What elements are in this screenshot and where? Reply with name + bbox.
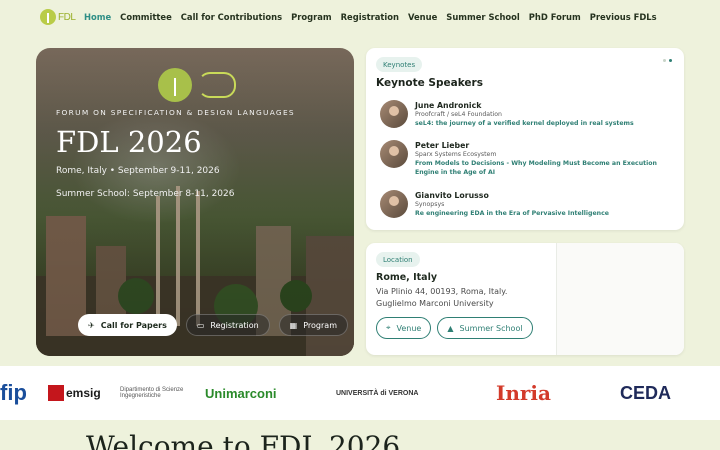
speaker-avatar <box>380 190 408 218</box>
carousel-dot[interactable] <box>663 59 666 62</box>
sponsor-inria-logo[interactable]: Inria <box>496 378 596 408</box>
summer-school-label: Summer School <box>459 323 523 333</box>
nav-venue[interactable]: Venue <box>408 12 437 22</box>
hero-banner: FORUM ON SPECIFICATION & DESIGN LANGUAGE… <box>36 48 354 356</box>
tree-icon <box>158 68 192 102</box>
map-pin-icon: ⌖ <box>386 323 391 332</box>
nav-committee[interactable]: Committee <box>120 12 172 22</box>
sponsor-fip-logo[interactable]: fip <box>0 378 27 408</box>
keynotes-title: Keynote Speakers <box>376 77 483 89</box>
ticket-icon: ▭ <box>196 320 205 330</box>
location-title: Rome, Italy <box>376 272 438 283</box>
call-for-papers-label: Call for Papers <box>100 320 167 330</box>
unimarconi-name: Unimarconi <box>205 385 277 401</box>
location-map[interactable] <box>557 243 684 355</box>
nav-summer-school[interactable]: Summer School <box>446 12 520 22</box>
nav-previous-fdls[interactable]: Previous FDLs <box>590 12 657 22</box>
logo-text: FDL <box>58 11 76 23</box>
univr-name: UNIVERSITÀ di VERONA <box>336 389 419 397</box>
hero-kicker: FORUM ON SPECIFICATION & DESIGN LANGUAGE… <box>56 108 295 117</box>
graduation-cap-icon: ▲ <box>447 323 454 333</box>
logo-icon <box>40 9 56 25</box>
location-university: Guglielmo Marconi University <box>376 299 494 308</box>
site-logo[interactable]: FDL <box>40 7 76 27</box>
location-address: Via Plinio 44, 00193, Roma, Italy. <box>376 287 508 296</box>
carousel-dots[interactable] <box>663 59 672 62</box>
speaker-name: Peter Lieber <box>415 141 470 150</box>
hero-buttons: ✈ Call for Papers ▭ Registration ▦ Progr… <box>78 314 348 336</box>
speaker-item[interactable]: Gianvito Lorusso Synopsys Re engineering… <box>380 190 680 226</box>
keynotes-badge: Keynotes <box>376 57 423 72</box>
speaker-talk[interactable]: From Models to Decisions - Why Modeling … <box>415 159 670 177</box>
speaker-name: Gianvito Lorusso <box>415 191 489 200</box>
carousel-dot-active[interactable] <box>669 59 672 62</box>
nav-call-for-contributions[interactable]: Call for Contributions <box>181 12 282 22</box>
location-buttons: ⌖ Venue ▲ Summer School <box>376 317 533 339</box>
location-card: Location Rome, Italy Via Plinio 44, 0019… <box>366 243 684 355</box>
fdl-mark-icon <box>198 72 236 98</box>
location-badge: Location <box>376 252 420 267</box>
fdl-logo <box>158 68 236 102</box>
welcome-heading: Welcome to FDL 2026 <box>86 430 401 450</box>
megaphone-icon: ✈ <box>88 320 95 330</box>
sponsor-univr-logo[interactable]: UNIVERSITÀ di VERONA <box>336 378 476 408</box>
sponsors-strip: fip emsig Dipartimento di Scienze Ingegn… <box>0 366 720 420</box>
hero-summer-school: Summer School: September 8-11, 2026 <box>56 189 235 199</box>
speaker-avatar <box>380 140 408 168</box>
speaker-talk[interactable]: seL4: the journey of a verified kernel d… <box>415 119 670 128</box>
speaker-name: June Andronick <box>415 101 482 110</box>
registration-label: Registration <box>210 320 259 330</box>
nav-registration[interactable]: Registration <box>341 12 399 22</box>
hero-title: FDL 2026 <box>56 125 202 159</box>
sponsor-dsi-logo[interactable]: Dipartimento di Scienze Ingegneristiche <box>120 378 190 408</box>
speaker-affiliation: Synopsys <box>415 201 445 208</box>
call-for-papers-button[interactable]: ✈ Call for Papers <box>78 314 177 336</box>
speaker-item[interactable]: June Andronick Proofcraft / seL4 Foundat… <box>380 100 680 136</box>
calendar-icon: ▦ <box>289 320 298 330</box>
nav-home[interactable]: Home <box>84 12 111 22</box>
keynotes-card: Keynotes Keynote Speakers June Andronick… <box>366 48 684 230</box>
sponsor-unimarconi-logo[interactable]: Unimarconi <box>205 378 315 408</box>
hero-dates: Rome, Italy • September 9-11, 2026 <box>56 166 220 176</box>
sponsor-ceda-logo[interactable]: CEDA <box>620 378 720 408</box>
program-button[interactable]: ▦ Program <box>278 314 348 336</box>
program-label: Program <box>303 320 337 330</box>
speaker-avatar <box>380 100 408 128</box>
speaker-affiliation: Proofcraft / seL4 Foundation <box>415 111 502 118</box>
sponsor-emsig-logo[interactable]: emsig <box>48 378 101 408</box>
nav-program[interactable]: Program <box>291 12 332 22</box>
registration-button[interactable]: ▭ Registration <box>185 314 270 336</box>
venue-button[interactable]: ⌖ Venue <box>376 317 432 339</box>
summer-school-button[interactable]: ▲ Summer School <box>437 317 533 339</box>
venue-label: Venue <box>396 323 422 333</box>
speaker-talk[interactable]: Re engineering EDA in the Era of Pervasi… <box>415 209 670 218</box>
top-navigation: FDL Home Committee Call for Contribution… <box>0 0 720 34</box>
speaker-affiliation: Sparx Systems Ecosystem <box>415 151 497 158</box>
nav-phd-forum[interactable]: PhD Forum <box>529 12 581 22</box>
main-nav: Home Committee Call for Contributions Pr… <box>84 12 657 22</box>
speaker-item[interactable]: Peter Lieber Sparx Systems Ecosystem Fro… <box>380 140 680 176</box>
